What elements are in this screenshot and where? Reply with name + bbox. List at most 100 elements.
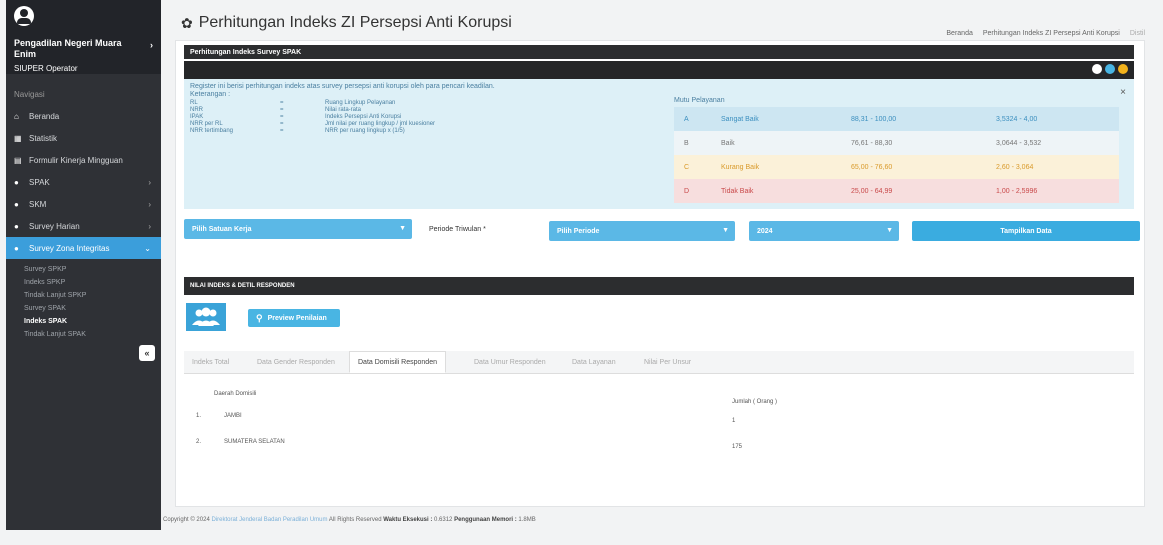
satuan-kerja-select[interactable]: Pilih Satuan Kerja ▼ xyxy=(184,219,412,239)
control-dot-icon[interactable] xyxy=(1092,64,1102,74)
preview-penilaian-button[interactable]: ⚲ Preview Penilaian xyxy=(248,309,340,327)
dot-icon: ● xyxy=(14,221,19,231)
legend-row: NRR = Nilai rata-rata xyxy=(190,107,435,114)
user-role: SIUPER Operator xyxy=(14,64,78,73)
nilai-title: NILAI INDEKS & DETIL RESPONDEN xyxy=(184,277,1134,295)
periode-select[interactable]: Pilih Periode ▼ xyxy=(549,221,735,241)
sidebar-item-spak[interactable]: ● SPAK › xyxy=(6,171,161,193)
mutu-label: Mutu Pelayanan xyxy=(674,97,725,104)
mutu-index: 3,5324 - 4,00 xyxy=(996,115,1038,123)
sidebar-item-survey-harian[interactable]: ● Survey Harian › xyxy=(6,215,161,237)
footer-mem-label: Penggunaan Memori : xyxy=(454,517,517,523)
control-dot-icon[interactable] xyxy=(1118,64,1128,74)
legend-eq: = xyxy=(280,128,284,134)
mutu-grade: C xyxy=(684,163,690,171)
tampilkan-data-button[interactable]: Tampilkan Data xyxy=(912,221,1140,241)
legend-value: NRR per ruang lingkup x (1/5) xyxy=(325,128,405,134)
sidebar-item-label: Formulir Kinerja Mingguan xyxy=(29,155,123,165)
tab-data-layanan[interactable]: Data Layanan xyxy=(564,351,624,373)
mutu-table: A Sangat Baik 88,31 - 100,00 3,5324 - 4,… xyxy=(674,107,1119,203)
subitem-label: Tindak Lanjut SPAK xyxy=(24,331,86,338)
legend-eq: = xyxy=(280,121,284,127)
subitem-survey-spak[interactable]: Survey SPAK xyxy=(6,302,161,315)
tab-data-domisili[interactable]: Data Domisili Responden xyxy=(349,351,446,373)
mutu-name: Kurang Baik xyxy=(721,163,760,171)
tab-indeks-total[interactable]: Indeks Total xyxy=(184,351,237,373)
tab-nilai-per-unsur[interactable]: Nilai Per Unsur xyxy=(636,351,699,373)
subitem-label: Indeks SPKP xyxy=(24,279,66,286)
tab-data-gender[interactable]: Data Gender Responden xyxy=(249,351,343,373)
mutu-name: Baik xyxy=(721,139,735,147)
subitem-label: Tindak Lanjut SPKP xyxy=(24,292,87,299)
subitem-indeks-spkp[interactable]: Indeks SPKP xyxy=(6,276,161,289)
table-row: 2. SUMATERA SELATAN 175 xyxy=(184,434,1134,454)
subitem-label: Indeks SPAK xyxy=(24,318,68,325)
subitem-tindak-lanjut-spak[interactable]: Tindak Lanjut SPAK xyxy=(6,328,161,341)
row-name: JAMBI xyxy=(224,413,242,419)
breadcrumb-home[interactable]: Beranda xyxy=(946,30,972,37)
sidebar-item-label: SPAK xyxy=(29,177,50,187)
sidebar-item-label: SKM xyxy=(29,199,47,209)
info-keterangan: Keterangan : xyxy=(190,91,231,98)
legend-eq: = xyxy=(280,100,284,106)
legend-eq: = xyxy=(280,114,284,120)
collapse-sidebar-button[interactable]: « xyxy=(139,345,155,361)
info-intro: Register ini berisi perhitungan indeks a… xyxy=(190,83,495,90)
sidebar-item-formulir[interactable]: ▤ Formulir Kinerja Mingguan xyxy=(6,149,161,171)
mutu-index: 3,0644 - 3,532 xyxy=(996,139,1042,147)
sidebar-item-beranda[interactable]: ⌂ Beranda xyxy=(6,105,161,127)
tab-data-umur[interactable]: Data Umur Responden xyxy=(466,351,554,373)
close-icon[interactable]: × xyxy=(1120,87,1126,98)
mutu-grade: B xyxy=(684,139,689,147)
caret-down-icon: ▼ xyxy=(399,225,406,232)
breadcrumb-page[interactable]: Perhitungan Indeks ZI Persepsi Anti Koru… xyxy=(983,30,1120,37)
breadcrumb: Beranda Perhitungan Indeks ZI Persepsi A… xyxy=(946,30,1145,37)
footer-link[interactable]: Direktorat Jenderal Badan Peradilan Umum xyxy=(211,517,327,523)
avatar-icon[interactable] xyxy=(14,6,34,26)
legend-key: IPAK xyxy=(190,114,204,120)
home-icon: ⌂ xyxy=(14,111,19,121)
main-content: ✿ Perhitungan Indeks ZI Persepsi Anti Ko… xyxy=(163,0,1155,545)
sidebar-item-label: Survey Harian xyxy=(29,221,80,231)
subitem-tindak-lanjut-spkp[interactable]: Tindak Lanjut SPKP xyxy=(6,289,161,302)
unit-selector[interactable]: Pengadilan Negeri Muara Enim › xyxy=(14,38,153,60)
subitem-label: Survey SPAK xyxy=(24,305,66,312)
select-label: 2024 xyxy=(757,227,773,235)
sidebar-item-survey-zi[interactable]: ● Survey Zona Integritas ⌄ xyxy=(6,237,161,259)
sidebar: Pengadilan Negeri Muara Enim › SIUPER Op… xyxy=(6,0,161,530)
sidebar-item-label: Survey Zona Integritas xyxy=(29,243,110,253)
filter-row: Pilih Satuan Kerja ▼ Periode Triwulan * … xyxy=(184,219,1140,241)
tahun-select[interactable]: 2024 ▼ xyxy=(749,221,899,241)
mutu-range: 76,61 - 88,30 xyxy=(851,139,893,147)
info-box: Register ini berisi perhitungan indeks a… xyxy=(184,79,1134,209)
row-no: 1. xyxy=(196,413,202,419)
nav-section-label: Navigasi xyxy=(14,90,45,99)
chevron-right-icon: › xyxy=(148,199,151,209)
sidebar-item-skm[interactable]: ● SKM › xyxy=(6,193,161,215)
legend-value: Indeks Persepsi Anti Korupsi xyxy=(325,114,402,120)
mutu-range: 65,00 - 76,60 xyxy=(851,163,893,171)
sidebar-item-label: Statistik xyxy=(29,133,58,143)
subitem-survey-spkp[interactable]: Survey SPKP xyxy=(6,263,161,276)
row-count: 1 xyxy=(732,418,736,424)
row-name: SUMATERA SELATAN xyxy=(224,439,285,445)
page-title: ✿ Perhitungan Indeks ZI Persepsi Anti Ko… xyxy=(181,14,512,32)
chevron-down-icon: ⌄ xyxy=(144,243,151,253)
row-no: 2. xyxy=(196,439,202,445)
content-panel: Perhitungan Indeks Survey SPAK Register … xyxy=(175,40,1145,507)
footer-exec-label: Waktu Eksekusi : xyxy=(383,517,433,523)
legend-value: Jml nilai per ruang lingkup / jml kuesio… xyxy=(325,121,436,127)
mutu-row: B Baik 76,61 - 88,30 3,0644 - 3,532 xyxy=(674,131,1119,155)
sidebar-profile: Pengadilan Negeri Muara Enim › SIUPER Op… xyxy=(6,0,161,74)
col-daerah: Daerah Domisili xyxy=(214,391,257,397)
subitem-indeks-spak[interactable]: Indeks SPAK xyxy=(6,315,161,328)
control-dot-icon[interactable] xyxy=(1105,64,1115,74)
legend-row: IPAK = Indeks Persepsi Anti Korupsi xyxy=(190,114,435,121)
mutu-name: Sangat Baik xyxy=(721,115,759,123)
mutu-row: A Sangat Baik 88,31 - 100,00 3,5324 - 4,… xyxy=(674,107,1119,131)
row-count: 175 xyxy=(732,444,743,450)
mutu-grade: D xyxy=(684,187,690,195)
select-label: Pilih Satuan Kerja xyxy=(192,225,252,233)
sidebar-item-statistik[interactable]: ▦ Statistik xyxy=(6,127,161,149)
chevron-right-icon: › xyxy=(148,221,151,231)
